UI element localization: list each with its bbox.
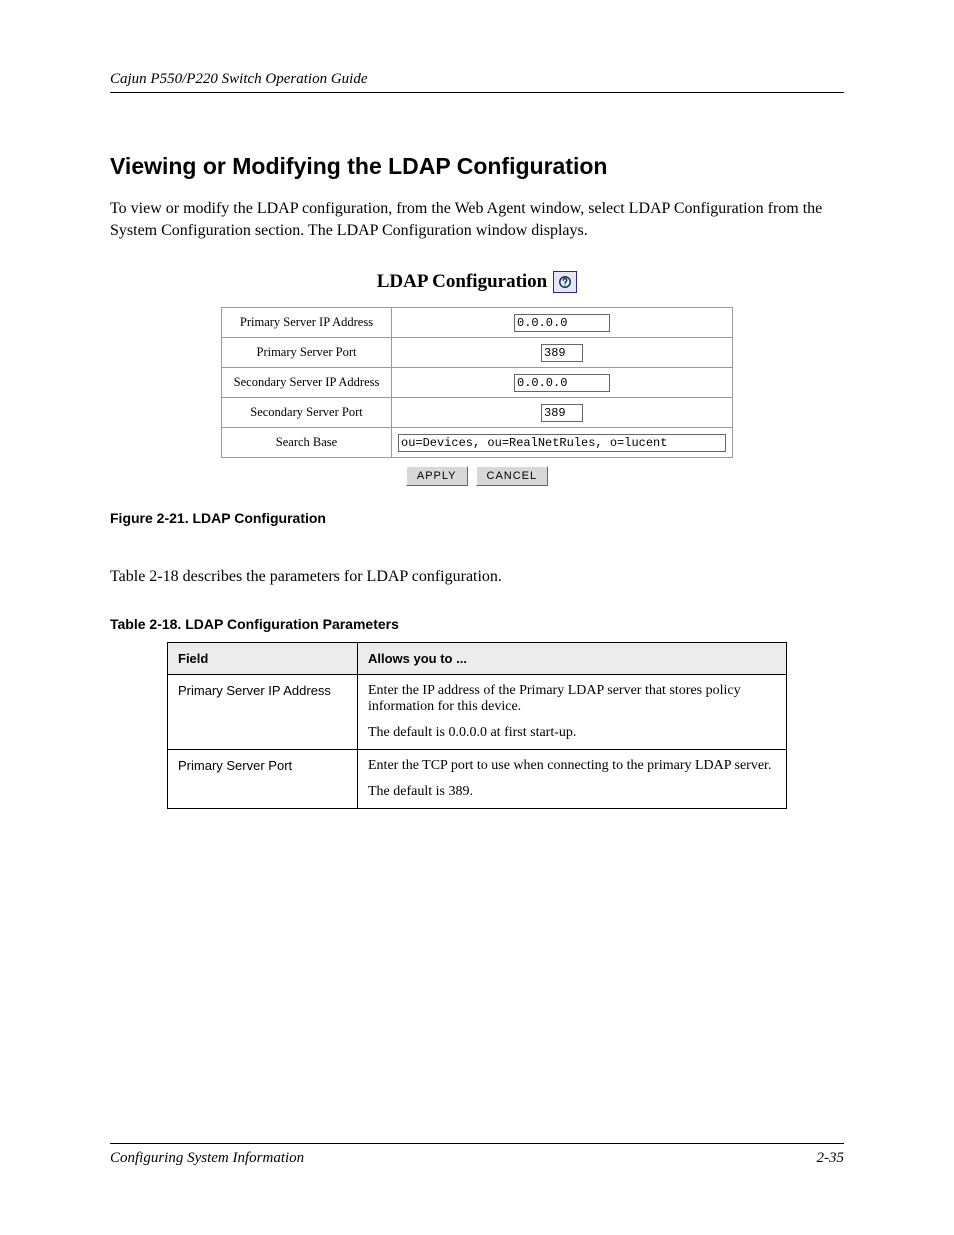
- ldap-config-figure: LDAP Configuration Primary Server IP Add…: [221, 271, 733, 486]
- help-icon[interactable]: [553, 271, 577, 293]
- row-secondary-ip: Secondary Server IP Address: [222, 368, 733, 398]
- ldap-config-form: Primary Server IP Address Primary Server…: [221, 307, 733, 458]
- desc-primary-port-line2: The default is 389.: [368, 784, 776, 800]
- desc-primary-ip-line1: Enter the IP address of the Primary LDAP…: [368, 683, 776, 715]
- search-base-input[interactable]: [398, 434, 726, 452]
- row-search-base: Search Base: [222, 428, 733, 458]
- page-header: Cajun P550/P220 Switch Operation Guide: [110, 55, 844, 93]
- field-primary-ip: Primary Server IP Address: [168, 674, 358, 749]
- cancel-button[interactable]: CANCEL: [476, 466, 549, 486]
- desc-primary-port: Enter the TCP port to use when connectin…: [358, 749, 787, 808]
- section-heading: Viewing or Modifying the LDAP Configurat…: [110, 153, 844, 180]
- label-primary-ip: Primary Server IP Address: [222, 308, 392, 338]
- label-primary-port: Primary Server Port: [222, 338, 392, 368]
- label-secondary-ip: Secondary Server IP Address: [222, 368, 392, 398]
- row-primary-ip: Primary Server IP Address: [222, 308, 733, 338]
- th-field: Field: [168, 642, 358, 674]
- figure-title: LDAP Configuration: [377, 271, 548, 293]
- header-left: Cajun P550/P220 Switch Operation Guide: [110, 71, 367, 88]
- intro-paragraph: To view or modify the LDAP configuration…: [110, 198, 844, 241]
- desc-primary-ip: Enter the IP address of the Primary LDAP…: [358, 674, 787, 749]
- label-search-base: Search Base: [222, 428, 392, 458]
- table-row: Primary Server Port Enter the TCP port t…: [168, 749, 787, 808]
- secondary-ip-input[interactable]: [514, 374, 610, 392]
- after-figure-paragraph: Table 2-18 describes the parameters for …: [110, 566, 844, 588]
- footer-right: 2-35: [817, 1150, 845, 1167]
- desc-primary-port-line1: Enter the TCP port to use when connectin…: [368, 758, 776, 774]
- row-secondary-port: Secondary Server Port: [222, 398, 733, 428]
- desc-primary-ip-line2: The default is 0.0.0.0 at first start-up…: [368, 725, 776, 741]
- th-desc: Allows you to ...: [358, 642, 787, 674]
- table-caption: Table 2-18. LDAP Configuration Parameter…: [110, 616, 844, 632]
- primary-ip-input[interactable]: [514, 314, 610, 332]
- figure-caption: Figure 2-21. LDAP Configuration: [110, 510, 844, 526]
- apply-button[interactable]: APPLY: [406, 466, 468, 486]
- row-primary-port: Primary Server Port: [222, 338, 733, 368]
- secondary-port-input[interactable]: [541, 404, 583, 422]
- ldap-params-table: Field Allows you to ... Primary Server I…: [167, 642, 787, 809]
- label-secondary-port: Secondary Server Port: [222, 398, 392, 428]
- primary-port-input[interactable]: [541, 344, 583, 362]
- page-footer: Configuring System Information 2-35: [110, 1143, 844, 1167]
- footer-left: Configuring System Information: [110, 1150, 304, 1167]
- table-row: Primary Server IP Address Enter the IP a…: [168, 674, 787, 749]
- field-primary-port: Primary Server Port: [168, 749, 358, 808]
